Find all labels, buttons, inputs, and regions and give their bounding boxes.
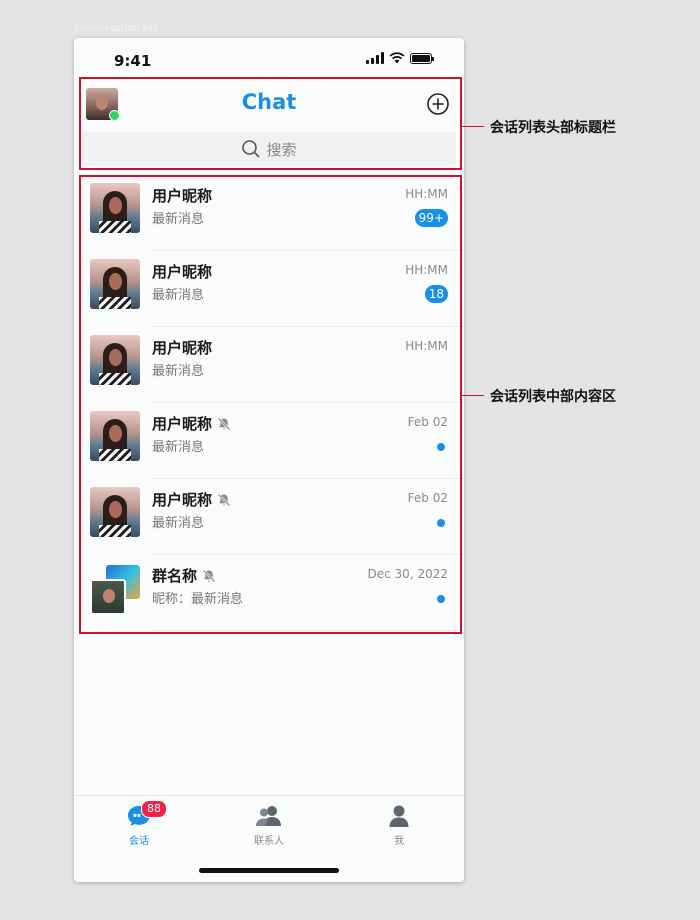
tab-label: 会话 <box>129 836 149 847</box>
tab-label: 我 <box>394 836 404 847</box>
status-time: 9:41 <box>114 52 152 70</box>
last-message: 最新消息 <box>152 440 205 455</box>
group-avatar <box>90 565 140 615</box>
search-bar[interactable]: 搜索 <box>82 132 456 166</box>
last-message: 最新消息 <box>152 288 205 303</box>
message-time: HH:MM <box>405 263 448 277</box>
conversation-item[interactable]: 用户昵称 最新消息 Feb 02 <box>74 479 464 555</box>
conversation-name: 用户昵称 <box>152 339 213 357</box>
add-icon[interactable] <box>426 92 450 116</box>
avatar <box>90 335 140 385</box>
conversation-item[interactable]: 用户昵称 最新消息 HH:MM 18 <box>74 251 464 327</box>
search-icon <box>242 140 260 158</box>
last-message: 昵称：最新消息 <box>152 592 244 607</box>
conversation-item[interactable]: 用户昵称 最新消息 HH:MM <box>74 327 464 403</box>
message-time: HH:MM <box>405 339 448 353</box>
page-title: Chat <box>241 90 297 114</box>
unread-badge: 99+ <box>414 209 448 227</box>
avatar <box>90 411 140 461</box>
mute-bell-icon <box>217 493 231 506</box>
battery-icon <box>410 52 434 64</box>
unread-dot <box>437 595 445 603</box>
conversation-item[interactable]: 用户昵称 最新消息 Feb 02 <box>74 403 464 479</box>
unread-badge: 18 <box>424 285 448 303</box>
mute-bell-icon <box>202 569 216 582</box>
wifi-icon <box>389 52 405 64</box>
avatar <box>90 183 140 233</box>
search-placeholder: 搜索 <box>266 140 297 159</box>
message-time: Feb 02 <box>407 491 448 505</box>
avatar <box>90 487 140 537</box>
conversation-name: 用户昵称 <box>152 187 213 205</box>
unread-dot <box>437 443 445 451</box>
person-icon <box>389 805 409 827</box>
message-time: Feb 02 <box>407 415 448 429</box>
tab-contacts[interactable]: 联系人 <box>229 804 309 847</box>
conversation-name: 群名称 <box>152 565 217 586</box>
content-annotation-line <box>462 395 484 396</box>
avatar <box>90 259 140 309</box>
conversation-list: 用户昵称 最新消息 HH:MM 99+ 用户昵称 最新消息 HH:MM 18 用… <box>74 175 464 631</box>
tab-conversations[interactable]: 88 会话 <box>99 800 179 847</box>
tab-me[interactable]: 我 <box>359 804 439 847</box>
home-indicator <box>199 868 339 873</box>
conversation-name: 用户昵称 <box>152 263 213 281</box>
contacts-icon <box>256 806 281 826</box>
status-icons <box>366 52 434 64</box>
unread-dot <box>437 519 445 527</box>
phone-screen: 9:41 Chat 搜索 用户昵称 最新消息 HH:MM 99+ 用户昵称 最新… <box>74 38 464 882</box>
conversation-item[interactable]: 用户昵称 最新消息 HH:MM 99+ <box>74 175 464 251</box>
last-message: 最新消息 <box>152 516 205 531</box>
conversation-item[interactable]: 群名称 昵称：最新消息 Dec 30, 2022 <box>74 555 464 631</box>
conversation-name: 用户昵称 <box>152 489 232 510</box>
divider <box>152 630 464 631</box>
last-message: 最新消息 <box>152 364 205 379</box>
header-annotation-line <box>462 126 484 127</box>
conversation-name: 用户昵称 <box>152 413 232 434</box>
header-annotation: 会话列表头部标题栏 <box>490 120 616 136</box>
message-time: HH:MM <box>405 187 448 201</box>
mute-bell-icon <box>217 417 231 430</box>
tab-badge: 88 <box>141 800 167 818</box>
status-bar: 9:41 <box>74 38 464 78</box>
tab-label: 联系人 <box>254 836 284 847</box>
last-message: 最新消息 <box>152 212 205 227</box>
content-annotation: 会话列表中部内容区 <box>490 389 616 405</box>
frame-label: conversation list <box>75 23 158 34</box>
message-time: Dec 30, 2022 <box>367 567 448 581</box>
signal-icon <box>366 52 384 64</box>
